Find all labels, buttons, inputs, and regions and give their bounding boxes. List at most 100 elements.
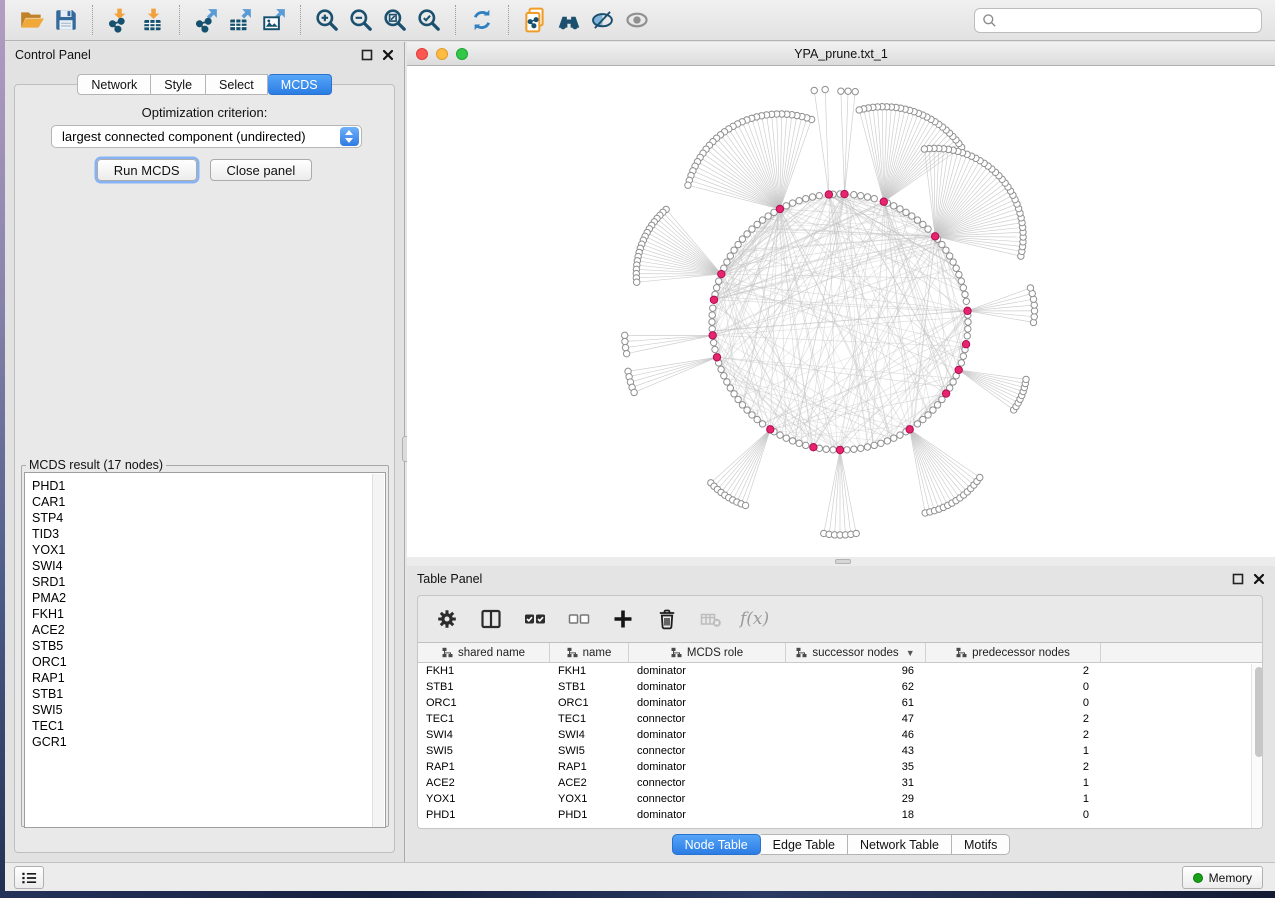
column-header-predecessor-nodes[interactable]: predecessor nodes: [926, 643, 1101, 662]
mcds-result-item[interactable]: ACE2: [32, 622, 385, 638]
tab-edge-table[interactable]: Edge Table: [761, 834, 848, 855]
close-panel-button[interactable]: Close panel: [210, 159, 313, 181]
tab-style[interactable]: Style: [151, 74, 206, 95]
mcds-result-item[interactable]: PHD1: [32, 478, 385, 494]
splitter-grip[interactable]: [835, 559, 851, 564]
table-cell: 18: [786, 809, 926, 821]
memory-label: Memory: [1209, 871, 1252, 885]
mcds-result-item[interactable]: SRD1: [32, 574, 385, 590]
tab-select[interactable]: Select: [206, 74, 268, 95]
deselect-all-button[interactable]: [564, 604, 594, 634]
mcds-result-item[interactable]: SWI5: [32, 702, 385, 718]
mcds-result-item[interactable]: ORC1: [32, 654, 385, 670]
mcds-result-item[interactable]: STB5: [32, 638, 385, 654]
tab-network[interactable]: Network: [77, 74, 151, 95]
document-network-icon: [522, 7, 548, 33]
network-from-document-button[interactable]: [518, 3, 552, 37]
table-row[interactable]: TEC1TEC1connector472: [418, 711, 1263, 727]
scrollbar-thumb[interactable]: [1255, 667, 1263, 757]
table-row[interactable]: FKH1FKH1dominator962: [418, 663, 1263, 679]
mcds-result-item[interactable]: YOX1: [32, 542, 385, 558]
search-input[interactable]: [997, 11, 1261, 31]
float-panel-icon[interactable]: [1232, 573, 1244, 585]
gear-icon: [435, 607, 459, 631]
mcds-result-item[interactable]: TEC1: [32, 718, 385, 734]
network-window-titlebar[interactable]: YPA_prune.txt_1: [407, 42, 1275, 66]
import-network-button[interactable]: [102, 3, 136, 37]
mcds-result-item[interactable]: SWI4: [32, 558, 385, 574]
table-row[interactable]: PHD1PHD1dominator180: [418, 807, 1263, 823]
column-header-shared-name[interactable]: shared name: [418, 643, 550, 662]
mcds-result-item[interactable]: FKH1: [32, 606, 385, 622]
column-header-MCDS-role[interactable]: MCDS role: [629, 643, 786, 662]
add-button[interactable]: [608, 604, 638, 634]
zoom-in-button[interactable]: [310, 3, 344, 37]
export-network-button[interactable]: [189, 3, 223, 37]
mcds-result-item[interactable]: RAP1: [32, 670, 385, 686]
float-panel-icon[interactable]: [361, 49, 373, 61]
table-cell: 31: [786, 777, 926, 789]
table-cell: 35: [786, 761, 926, 773]
save-icon: [53, 7, 79, 33]
delete-table-icon: [699, 607, 723, 631]
search-box[interactable]: [974, 8, 1262, 33]
table-cell: 62: [786, 681, 926, 693]
memory-button[interactable]: Memory: [1182, 866, 1263, 889]
unchecked-boxes-icon: [567, 607, 591, 631]
table-row[interactable]: ACE2ACE2connector311: [418, 775, 1263, 791]
zoom-selected-button[interactable]: [412, 3, 446, 37]
network-canvas[interactable]: [407, 66, 1275, 557]
save-session-button[interactable]: [49, 3, 83, 37]
table-row[interactable]: STB1STB1dominator620: [418, 679, 1263, 695]
zoom-out-button[interactable]: [344, 3, 378, 37]
mcds-result-item[interactable]: PMA2: [32, 590, 385, 606]
mcds-result-item[interactable]: TID3: [32, 526, 385, 542]
mcds-result-item[interactable]: STP4: [32, 510, 385, 526]
tab-node-table[interactable]: Node Table: [672, 834, 761, 855]
export-table-button[interactable]: [223, 3, 257, 37]
horizontal-splitter[interactable]: [407, 557, 1275, 566]
table-row[interactable]: ORC1ORC1dominator610: [418, 695, 1263, 711]
select-all-button[interactable]: [520, 604, 550, 634]
import-table-button[interactable]: [136, 3, 170, 37]
toolbar-separator: [455, 5, 456, 35]
table-row[interactable]: YOX1YOX1connector291: [418, 791, 1263, 807]
mcds-result-item[interactable]: CAR1: [32, 494, 385, 510]
table-cell: 2: [926, 729, 1101, 741]
table-cell: YOX1: [550, 793, 629, 805]
task-history-button[interactable]: [14, 866, 44, 889]
column-header-successor-nodes[interactable]: successor nodes▼: [786, 643, 926, 662]
zoom-fit-button[interactable]: [378, 3, 412, 37]
mcds-result-item[interactable]: STB1: [32, 686, 385, 702]
tab-motifs[interactable]: Motifs: [952, 834, 1010, 855]
run-mcds-button[interactable]: Run MCDS: [97, 159, 197, 181]
delete-button[interactable]: [652, 604, 682, 634]
close-panel-icon[interactable]: [382, 49, 394, 61]
table-row[interactable]: SWI5SWI5connector431: [418, 743, 1263, 759]
table-cell: 61: [786, 697, 926, 709]
criterion-value: largest connected component (undirected): [52, 129, 340, 144]
table-cell: TEC1: [550, 713, 629, 725]
mcds-result-item[interactable]: GCR1: [32, 734, 385, 750]
network-graph[interactable]: [407, 66, 1275, 557]
tab-network-table[interactable]: Network Table: [848, 834, 952, 855]
hide-graphics-details-button[interactable]: [586, 3, 620, 37]
table-settings-button[interactable]: [432, 604, 462, 634]
refresh-button[interactable]: [465, 3, 499, 37]
table-scrollbar[interactable]: [1251, 664, 1263, 829]
tab-mcds[interactable]: MCDS: [268, 74, 332, 95]
show-columns-button[interactable]: [476, 604, 506, 634]
column-header-name[interactable]: name: [550, 643, 629, 662]
export-image-icon: [261, 7, 287, 33]
table-cell: SWI4: [550, 729, 629, 741]
criterion-select[interactable]: largest connected component (undirected): [51, 125, 362, 148]
zoom-fit-icon: [382, 7, 408, 33]
table-row[interactable]: RAP1RAP1dominator352: [418, 759, 1263, 775]
export-image-button[interactable]: [257, 3, 291, 37]
table-row[interactable]: SWI4SWI4dominator462: [418, 727, 1263, 743]
open-file-button[interactable]: [15, 3, 49, 37]
mcds-list-scrollbar[interactable]: [372, 474, 384, 828]
show-graphics-details-button[interactable]: [620, 3, 654, 37]
close-panel-icon[interactable]: [1253, 573, 1265, 585]
search-documents-button[interactable]: [552, 3, 586, 37]
